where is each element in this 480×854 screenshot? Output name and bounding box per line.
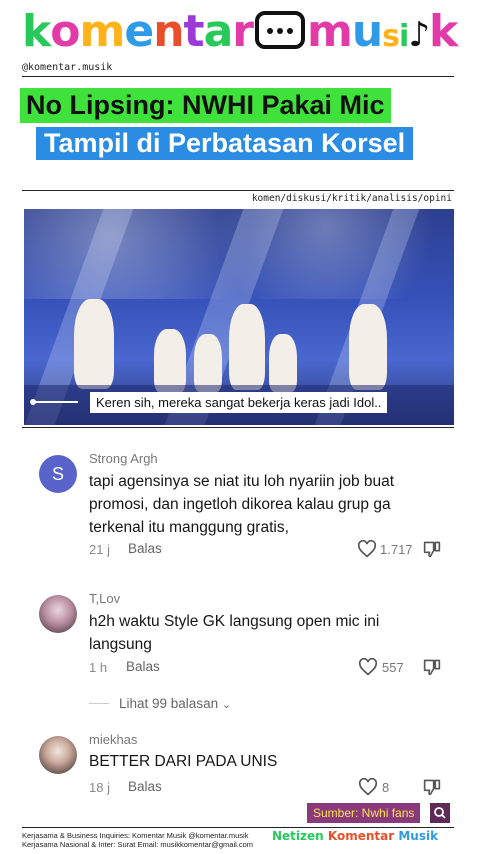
like-count: 1.717 — [380, 542, 413, 557]
performer — [349, 304, 387, 390]
search-icon — [434, 807, 446, 819]
comment-time: 18 j — [89, 780, 110, 795]
search-button[interactable] — [430, 803, 450, 823]
performer — [74, 299, 114, 389]
like-count: 8 — [382, 780, 390, 795]
comment-text: tapi agensinya se niat itu loh nyariin j… — [89, 473, 395, 536]
logo-letter: i — [399, 19, 409, 54]
divider — [22, 76, 454, 77]
heart-icon[interactable] — [358, 658, 378, 676]
performer — [154, 329, 186, 393]
reply-button[interactable]: Balas — [126, 659, 160, 674]
footer-line-1: Kerjasama & Business Inquiries: Komentar… — [22, 831, 249, 840]
chevron-down-icon: ⌄ — [221, 699, 232, 711]
logo-letter: t — [183, 6, 205, 57]
reply-button[interactable]: Balas — [128, 541, 162, 556]
avatar[interactable] — [39, 595, 77, 633]
comment-text: h2h waktu Style GK langsung open mic ini… — [89, 613, 380, 653]
comment-username[interactable]: Strong Argh — [89, 451, 158, 466]
performer — [269, 334, 297, 392]
like-count: 557 — [382, 660, 404, 675]
divider — [22, 827, 454, 828]
performer — [194, 334, 222, 392]
heart-icon[interactable] — [357, 540, 377, 558]
comment-username[interactable]: T,Lov — [89, 591, 120, 606]
logo-letter: m — [79, 6, 126, 57]
logo-letter: n — [153, 6, 184, 57]
footer-logo: Netizen Komentar Musik — [272, 829, 439, 843]
music-note-icon: ♪ — [408, 15, 430, 55]
footer-line-2: Kerjasama Nasional & Inter: Surat Email:… — [22, 840, 254, 849]
dislike-icon[interactable] — [422, 540, 442, 558]
comment-username[interactable]: miekhas — [89, 732, 137, 747]
video-caption: Keren sih, mereka sangat bekerja keras j… — [90, 392, 388, 413]
logo-letter: k — [429, 6, 458, 57]
logo-letter: o — [50, 6, 80, 57]
brand-logo: komentar musi♪k — [22, 6, 458, 57]
comment-time: 21 j — [89, 542, 110, 557]
headline-line-2: Tampil di Perbatasan Korsel — [36, 127, 414, 160]
logo-letter: a — [203, 6, 234, 57]
logo-letter: u — [351, 6, 383, 57]
account-handle: @komentar.musik — [22, 62, 113, 73]
heart-icon[interactable] — [358, 778, 378, 796]
avatar[interactable]: S — [39, 455, 77, 493]
logo-letter: s — [382, 19, 400, 54]
logo-letter: e — [124, 6, 154, 57]
category-tags: komen/diskusi/kritik/analisis/opini — [251, 193, 452, 204]
logo-letter: m — [306, 6, 353, 57]
dislike-icon[interactable] — [422, 778, 442, 796]
performer — [229, 304, 265, 390]
dislike-icon[interactable] — [422, 658, 442, 676]
thread-line — [89, 703, 109, 704]
chat-bubble-icon — [254, 11, 305, 49]
avatar[interactable] — [39, 736, 77, 774]
logo-letter: k — [22, 6, 51, 57]
comment-time: 1 h — [89, 660, 108, 675]
reply-button[interactable]: Balas — [128, 779, 162, 794]
caption-line — [34, 401, 78, 403]
logo-letter: r — [232, 6, 254, 57]
source-label: Sumber: Nwhi fans — [307, 803, 421, 823]
view-replies-link[interactable]: Lihat 99 balasan ⌄ — [119, 696, 231, 711]
divider — [22, 190, 454, 191]
comment-text: BETTER DARI PADA UNIS — [89, 753, 278, 770]
divider — [22, 427, 454, 428]
headline-line-1: No Lipsing: NWHI Pakai Mic — [20, 88, 391, 123]
